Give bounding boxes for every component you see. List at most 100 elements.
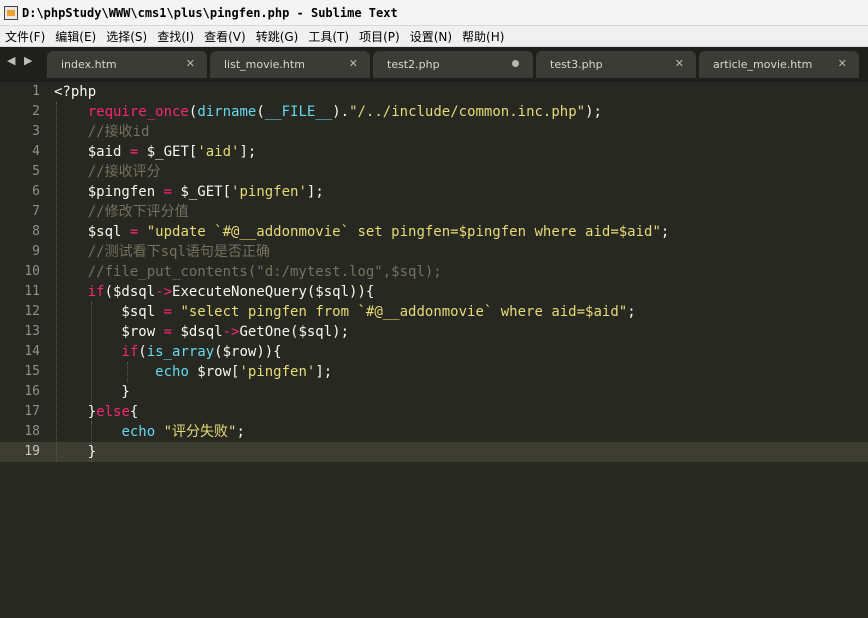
code-line[interactable]: <?php	[54, 82, 866, 102]
menu-item-6[interactable]: 工具(T)	[303, 28, 354, 45]
code-token: "评分失败"	[163, 424, 237, 440]
code-token: }	[54, 404, 97, 420]
code-token: );	[585, 104, 602, 120]
menu-item-8[interactable]: 设置(N)	[405, 28, 457, 45]
menu-item-7[interactable]: 项目(P)	[354, 28, 405, 45]
unsaved-dot-icon[interactable]	[512, 60, 519, 67]
code-token: }	[54, 444, 97, 460]
code-line[interactable]: if($dsql->ExecuteNoneQuery($sql)){	[54, 282, 866, 302]
code-token: ->	[155, 284, 173, 300]
menu-item-5[interactable]: 转跳(G)	[251, 28, 304, 45]
code-token: <?php	[54, 84, 97, 100]
menu-item-2[interactable]: 选择(S)	[101, 28, 152, 45]
tab-label: list_movie.htm	[224, 58, 305, 71]
line-number: 17	[24, 404, 40, 419]
code-line[interactable]: require_once(dirname(__FILE__)."/../incl…	[54, 102, 866, 122]
code-token: ];	[306, 184, 324, 200]
tab-label: test2.php	[387, 58, 440, 71]
code-line[interactable]: }	[54, 382, 866, 402]
menu-item-3[interactable]: 查找(I)	[152, 28, 199, 45]
close-icon[interactable]: ✕	[186, 57, 195, 70]
code-token: require_once	[87, 104, 189, 120]
code-token: "update `#@__addonmovie` set pingfen=$pi…	[146, 224, 661, 240]
code-token: if	[121, 344, 139, 360]
code-line[interactable]: //修改下评分值	[54, 202, 866, 222]
line-number: 12	[24, 304, 40, 319]
menu-item-9[interactable]: 帮助(H)	[457, 28, 509, 45]
code-line[interactable]: //file_put_contents("d:/mytest.log",$sql…	[54, 262, 866, 282]
close-icon[interactable]: ✕	[838, 57, 847, 70]
code-token: $_GET[	[172, 184, 232, 200]
tab-1[interactable]: list_movie.htm ✕	[210, 51, 370, 78]
code-token: ($dsql	[104, 284, 156, 300]
line-number: 5	[32, 164, 40, 179]
code-line[interactable]: //接收评分	[54, 162, 866, 182]
code-token: //file_put_contents("d:/mytest.log",$sql…	[87, 264, 442, 280]
code-token: (	[256, 104, 265, 120]
code-token: {	[129, 404, 139, 420]
tab-3[interactable]: test3.php ✕	[536, 51, 696, 78]
code-editor[interactable]: 1 2 3 4 5 6 7 8 9 10 11 12 13 14 15 16 17 18 19 <?php requ…	[0, 82, 868, 618]
line-number: 13	[24, 324, 40, 339]
code-token: $aid	[54, 144, 130, 160]
code-token: is_array	[146, 344, 215, 360]
code-token: (	[138, 344, 147, 360]
line-number: 4	[32, 144, 40, 159]
code-line[interactable]: //测试看下sql语句是否正确	[54, 242, 866, 262]
tab-0[interactable]: index.htm ✕	[47, 51, 207, 78]
close-icon[interactable]: ✕	[349, 57, 358, 70]
code-token: =	[163, 324, 173, 340]
code-line[interactable]: }	[54, 442, 866, 462]
tab-label: index.htm	[61, 58, 117, 71]
tab-label: article_movie.htm	[713, 58, 813, 71]
code-token: __FILE__	[264, 104, 333, 120]
code-line[interactable]: $row = $dsql->GetOne($sql);	[54, 322, 866, 342]
tab-forward-arrow-icon[interactable]: ▶	[24, 54, 32, 67]
line-number: 2	[32, 104, 40, 119]
code-token: ;	[660, 224, 670, 240]
code-area[interactable]: <?php require_once(dirname(__FILE__)."/.…	[54, 82, 866, 462]
code-token: ).	[332, 104, 350, 120]
line-number: 8	[32, 224, 40, 239]
code-token: 'aid'	[197, 144, 240, 160]
code-line[interactable]: $aid = $_GET['aid'];	[54, 142, 866, 162]
code-line[interactable]: $sql = "select pingfen from `#@__addonmo…	[54, 302, 866, 322]
code-line[interactable]: echo "评分失败";	[54, 422, 866, 442]
code-line[interactable]: $sql = "update `#@__addonmovie` set ping…	[54, 222, 866, 242]
tab-4[interactable]: article_movie.htm ✕	[699, 51, 859, 78]
code-token: $dsql	[172, 324, 223, 340]
code-line[interactable]: }else{	[54, 402, 866, 422]
code-token: ;	[236, 424, 245, 440]
code-line[interactable]: if(is_array($row)){	[54, 342, 866, 362]
code-token: ];	[239, 144, 257, 160]
code-token: ;	[627, 304, 636, 320]
menu-item-4[interactable]: 查看(V)	[199, 28, 251, 45]
tab-2[interactable]: test2.php	[373, 51, 533, 78]
code-token: //修改下评分值	[87, 204, 189, 220]
window-title: D:\phpStudy\WWW\cms1\plus\pingfen.php - …	[22, 5, 398, 20]
line-number: 3	[32, 124, 40, 139]
code-token: $sql	[54, 304, 164, 320]
code-token: =	[163, 184, 173, 200]
code-line[interactable]: echo $row['pingfen'];	[54, 362, 866, 382]
code-token: ExecuteNoneQuery($sql)){	[172, 284, 375, 300]
tab-back-arrow-icon[interactable]: ◀	[7, 54, 15, 67]
close-icon[interactable]: ✕	[675, 57, 684, 70]
sublime-text-icon	[4, 5, 18, 20]
code-token: else	[96, 404, 130, 420]
menu-item-0[interactable]: 文件(F)	[0, 28, 50, 45]
code-line[interactable]: //接收id	[54, 122, 866, 142]
menu-item-1[interactable]: 编辑(E)	[50, 28, 101, 45]
line-number-gutter: 1 2 3 4 5 6 7 8 9 10 11 12 13 14 15 16 17 18 19	[0, 82, 40, 462]
code-line[interactable]: $pingfen = $_GET['pingfen'];	[54, 182, 866, 202]
code-token: if	[87, 284, 105, 300]
